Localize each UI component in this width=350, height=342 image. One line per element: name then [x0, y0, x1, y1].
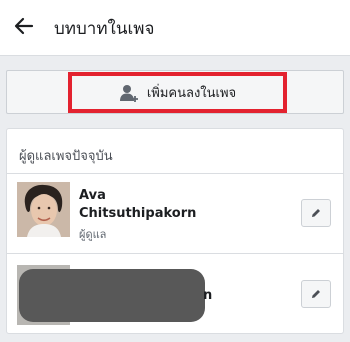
avatar[interactable] [17, 182, 70, 237]
top-app-bar: บทบาทในเพจ [0, 0, 350, 56]
divider [7, 173, 343, 174]
edit-button[interactable] [301, 199, 331, 227]
person-name[interactable]: Ava Chitsuthipakorn [79, 187, 279, 223]
person-name[interactable]: n [203, 288, 212, 303]
add-person-icon [119, 84, 138, 102]
divider [7, 253, 343, 254]
section-title: ผู้ดูแลเพจปัจจุบัน [19, 149, 113, 164]
redacted-region [19, 269, 205, 322]
back-button[interactable] [8, 10, 40, 42]
add-person-label: เพิ่มคนลงในเพจ [146, 86, 237, 101]
edit-button[interactable] [301, 280, 331, 308]
pencil-icon [312, 290, 320, 298]
arrow-left-icon [14, 17, 34, 35]
pencil-icon [312, 209, 320, 217]
current-admins-card: ผู้ดูแลเพจปัจจุบัน Ava Chitsuthipakorn ผ… [6, 128, 344, 334]
person-role: ผู้ดูแล [79, 228, 107, 241]
page-title: บทบาทในเพจ [54, 19, 155, 39]
add-person-button[interactable]: เพิ่มคนลงในเพจ [68, 72, 287, 113]
